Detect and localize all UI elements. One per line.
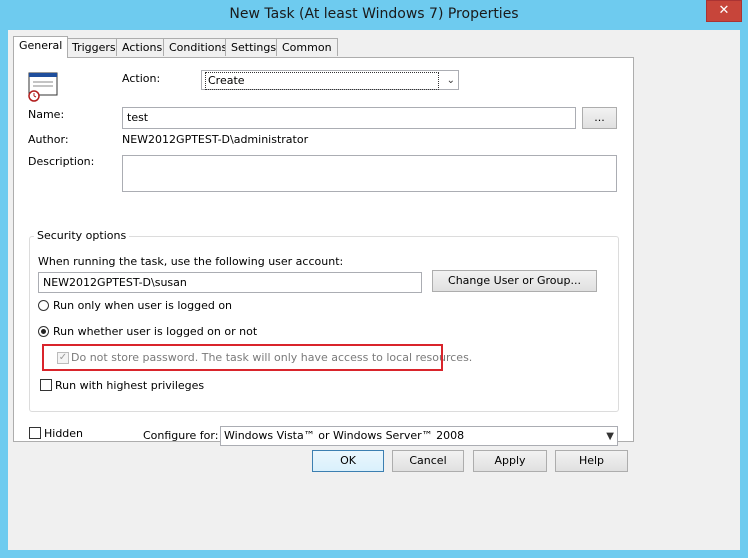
configure-for-label: Configure for: (143, 429, 219, 442)
tab-triggers[interactable]: Triggers (66, 38, 122, 56)
apply-button[interactable]: Apply (473, 450, 547, 472)
help-button[interactable]: Help (555, 450, 628, 472)
browse-button[interactable]: ... (582, 107, 617, 129)
tab-settings[interactable]: Settings (225, 38, 283, 56)
tab-common[interactable]: Common (276, 38, 338, 56)
general-tab-panel: Action: Create ⌄ Name: test ... Author: … (13, 57, 634, 446)
chevron-down-icon: ⌄ (446, 75, 455, 86)
radio-run-when-logged-on-label[interactable]: Run only when user is logged on (53, 299, 232, 312)
dialog-window: New Task (At least Windows 7) Properties… (0, 0, 748, 558)
name-label: Name: (28, 108, 65, 121)
cancel-button[interactable]: Cancel (392, 450, 464, 472)
radio-run-whether-logged-on-label[interactable]: Run whether user is logged on or not (53, 325, 257, 338)
description-label: Description: (28, 155, 95, 168)
action-select[interactable]: Create ⌄ (201, 70, 459, 90)
tab-actions[interactable]: Actions (116, 38, 169, 56)
action-label: Action: (122, 72, 161, 85)
close-button[interactable]: ✕ (706, 0, 742, 22)
author-label: Author: (28, 133, 69, 146)
highest-privileges-checkbox[interactable] (40, 379, 52, 391)
scheduled-task-icon (27, 72, 59, 102)
tab-general[interactable]: General (13, 36, 69, 58)
name-field[interactable]: test (122, 107, 576, 129)
tab-conditions[interactable]: Conditions (163, 38, 234, 56)
description-field[interactable] (122, 155, 617, 192)
hidden-checkbox[interactable] (29, 427, 41, 439)
highest-privileges-label[interactable]: Run with highest privileges (55, 379, 204, 392)
change-user-button[interactable]: Change User or Group... (432, 270, 597, 292)
configure-for-value: Windows Vista™ or Windows Server™ 2008 (224, 429, 465, 442)
dialog-client: General Triggers Actions Conditions Sett… (8, 30, 740, 550)
ok-button[interactable]: OK (312, 450, 384, 472)
action-value: Create (205, 72, 439, 90)
hidden-label[interactable]: Hidden (44, 427, 83, 440)
close-icon: ✕ (718, 3, 730, 18)
user-account-field[interactable]: NEW2012GPTEST-D\susan (38, 272, 422, 293)
radio-run-when-logged-on[interactable] (38, 300, 49, 311)
title-bar[interactable]: New Task (At least Windows 7) Properties… (0, 0, 748, 30)
chevron-down-icon: ▼ (606, 431, 614, 442)
window-title: New Task (At least Windows 7) Properties (229, 6, 519, 22)
account-prompt: When running the task, use the following… (38, 255, 344, 268)
security-options-title: Security options (34, 229, 130, 242)
highlight-box (42, 344, 443, 371)
radio-run-whether-logged-on[interactable] (38, 326, 49, 337)
configure-for-select[interactable]: Windows Vista™ or Windows Server™ 2008 ▼ (220, 426, 618, 446)
author-value: NEW2012GPTEST-D\administrator (122, 133, 309, 146)
